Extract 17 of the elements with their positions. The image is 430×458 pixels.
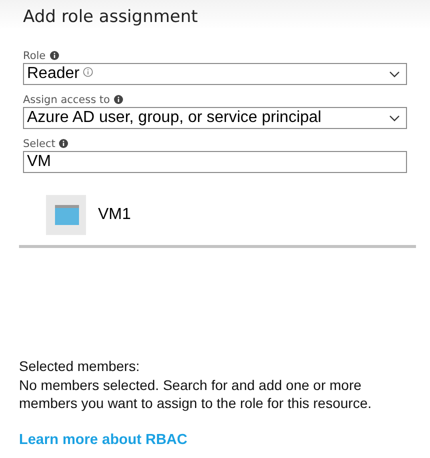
info-icon[interactable]: [114, 95, 123, 104]
result-name[interactable]: VM1: [98, 206, 131, 224]
info-icon[interactable]: [50, 51, 59, 60]
virtual-machine-icon: [46, 195, 86, 235]
dropdown[interactable]: Azure AD user, group, or service principal: [23, 107, 407, 129]
no-members-message: No members selected. Search for and add one or more members you want to assign to the role for this resource.: [19, 376, 372, 412]
chevron-down-icon: [389, 114, 400, 122]
info-icon[interactable]: [83, 67, 94, 77]
chevron-down-icon: [389, 70, 400, 78]
input-field[interactable]: VM: [23, 151, 407, 173]
panel-title: Add role assignment: [23, 6, 198, 29]
field-label: Assign access to: [23, 94, 110, 106]
field-label: Select: [23, 138, 56, 150]
field-label: Role: [23, 50, 46, 62]
info-icon[interactable]: [59, 139, 68, 148]
dropdown[interactable]: Reader: [23, 63, 407, 85]
selected-members-heading: Selected members:: [19, 357, 140, 375]
